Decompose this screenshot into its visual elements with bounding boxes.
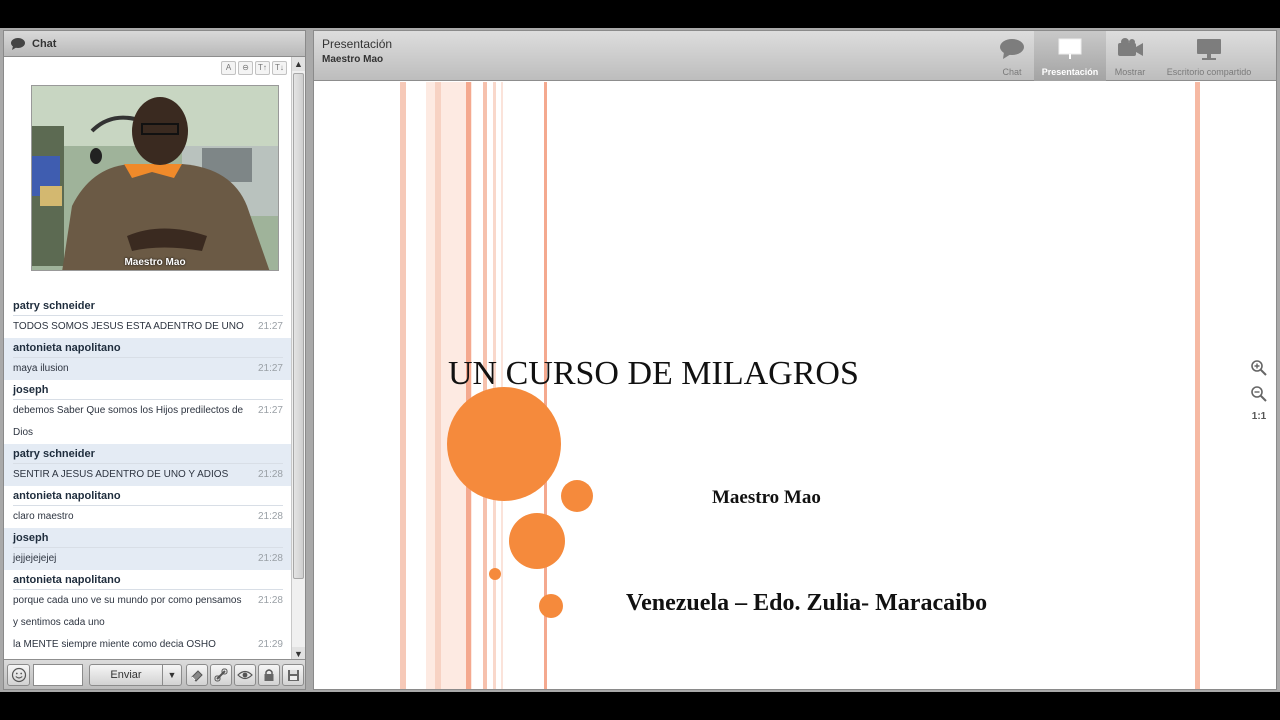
message-time: 21:28 (257, 553, 283, 564)
zoom-level[interactable]: 1:1 (1249, 411, 1269, 422)
zoom-out-icon[interactable] (1250, 385, 1268, 403)
message-text: la MENTE siempre miente como decia OSHO (13, 639, 216, 650)
message-text: porque cada uno ve su mundo por como pen… (13, 595, 242, 606)
link-icon (214, 668, 228, 682)
webcam-video: Maestro Mao (31, 85, 279, 271)
chevron-down-icon: ▼ (167, 670, 177, 680)
app-window: Chat A ⊖ T↑ T↓ Maestro Mao patry schneid… (0, 28, 1280, 692)
chat-body: A ⊖ T↑ T↓ Maestro Mao patry schneider TO… (4, 57, 291, 661)
message-time: 21:29 (257, 639, 283, 650)
chat-panel: Chat A ⊖ T↑ T↓ Maestro Mao patry schneid… (3, 30, 306, 690)
chat-bubble-icon (11, 37, 25, 50)
message-text: y sentimos cada uno (13, 617, 105, 628)
chat-input-bar: Enviar ▼ (4, 659, 305, 689)
message-author: patry schneider (13, 296, 283, 316)
save-chat-button[interactable] (282, 664, 304, 686)
chat-title: Chat (32, 37, 57, 50)
chat-message-input[interactable] (33, 664, 83, 686)
monitor-icon (1197, 39, 1221, 60)
message-time: 21:28 (257, 511, 283, 522)
font-style-button[interactable]: A (221, 61, 236, 75)
message-author: antonieta napolitano (13, 570, 283, 590)
mode-tab-label: Escritorio compartido (1166, 67, 1252, 77)
message-author: joseph (13, 528, 283, 548)
lock-icon (264, 669, 274, 681)
presentation-slide: UN CURSO DE MILAGROS Maestro Mao Venezue… (315, 82, 1275, 689)
presenter-name: Maestro Mao (322, 54, 384, 65)
lock-button[interactable] (258, 664, 280, 686)
layout-mode-tabs: Chat Presentación Mostrar Escritorio com… (990, 31, 1264, 81)
chat-message: antonieta napolitano maya ilusion 21:27 (4, 338, 291, 380)
chat-messages: patry schneider TODOS SOMOS JESUS ESTA A… (4, 296, 291, 656)
send-button[interactable]: Enviar (89, 664, 163, 686)
chat-message: patry schneider TODOS SOMOS JESUS ESTA A… (4, 296, 291, 338)
presentation-title: Presentación (322, 37, 393, 51)
eraser-icon (191, 670, 203, 682)
slide-title: UN CURSO DE MILAGROS (448, 355, 859, 392)
view-button[interactable] (234, 664, 256, 686)
chat-message: joseph jejjejejejej 21:28 (4, 528, 291, 570)
font-decrease-button[interactable]: T↓ (272, 61, 287, 75)
mode-tab-label: Presentación (1041, 67, 1099, 77)
clear-chat-button[interactable] (186, 664, 208, 686)
chat-message: antonieta napolitano claro maestro 21:28 (4, 486, 291, 528)
presentation-panel: Presentación Maestro Mao Chat Presentaci… (313, 30, 1277, 690)
message-text: claro maestro (13, 511, 74, 522)
message-text: SENTIR A JESUS ADENTRO DE UNO Y ADIOS (13, 469, 229, 480)
webcam-icon (1118, 38, 1143, 56)
chat-scrollbar[interactable]: ▲ ▼ (291, 57, 305, 661)
message-text: debemos Saber Que somos los Hijos predil… (13, 405, 244, 416)
link-button[interactable] (210, 664, 232, 686)
message-text: Dios (13, 427, 34, 438)
message-text: maya ilusion (13, 363, 69, 374)
chat-bubble-icon (1000, 39, 1024, 59)
video-caption: Maestro Mao (124, 257, 186, 268)
scroll-thumb[interactable] (293, 73, 304, 579)
chat-message: joseph debemos Saber Que somos los Hijos… (4, 380, 291, 444)
mode-tab-label: Chat (1002, 67, 1022, 77)
mode-tab-presentation[interactable]: Presentación (1034, 31, 1106, 81)
font-tools: A ⊖ T↑ T↓ (221, 61, 287, 75)
message-text: jejjejejejej (13, 553, 57, 564)
mode-tab-show[interactable]: Mostrar (1106, 31, 1154, 81)
font-color-button[interactable]: ⊖ (238, 61, 253, 75)
message-author: joseph (13, 380, 283, 400)
projector-screen-icon (1058, 38, 1082, 59)
webcam-frame-image (32, 86, 278, 270)
slide-location: Venezuela – Edo. Zulia- Maracaibo (626, 590, 988, 616)
scroll-up-icon[interactable]: ▲ (292, 57, 305, 71)
message-time: 21:28 (257, 469, 283, 480)
chat-header: Chat (4, 31, 305, 57)
message-time: 21:27 (257, 363, 283, 374)
eye-icon (237, 670, 253, 680)
chat-message: antonieta napolitano porque cada uno ve … (4, 570, 291, 656)
chat-message: patry schneider SENTIR A JESUS ADENTRO D… (4, 444, 291, 486)
mode-tab-label: Mostrar (1114, 67, 1146, 77)
emoticon-button[interactable] (7, 664, 30, 686)
message-author: patry schneider (13, 444, 283, 464)
save-icon (287, 669, 299, 681)
message-time: 21:27 (257, 321, 283, 332)
zoom-tools: 1:1 (1249, 359, 1269, 422)
message-author: antonieta napolitano (13, 338, 283, 358)
message-time: 21:28 (257, 595, 283, 606)
message-author: antonieta napolitano (13, 486, 283, 506)
zoom-in-icon[interactable] (1250, 359, 1268, 377)
mode-tab-desktop-share[interactable]: Escritorio compartido (1154, 31, 1264, 81)
smiley-icon (11, 667, 26, 683)
slide-author: Maestro Mao (712, 487, 821, 508)
mode-tab-chat[interactable]: Chat (990, 31, 1034, 81)
presentation-header: Presentación Maestro Mao Chat Presentaci… (314, 31, 1276, 81)
send-options-dropdown[interactable]: ▼ (162, 664, 182, 686)
message-time: 21:27 (257, 405, 283, 416)
message-text: TODOS SOMOS JESUS ESTA ADENTRO DE UNO (13, 321, 244, 332)
font-increase-button[interactable]: T↑ (255, 61, 270, 75)
